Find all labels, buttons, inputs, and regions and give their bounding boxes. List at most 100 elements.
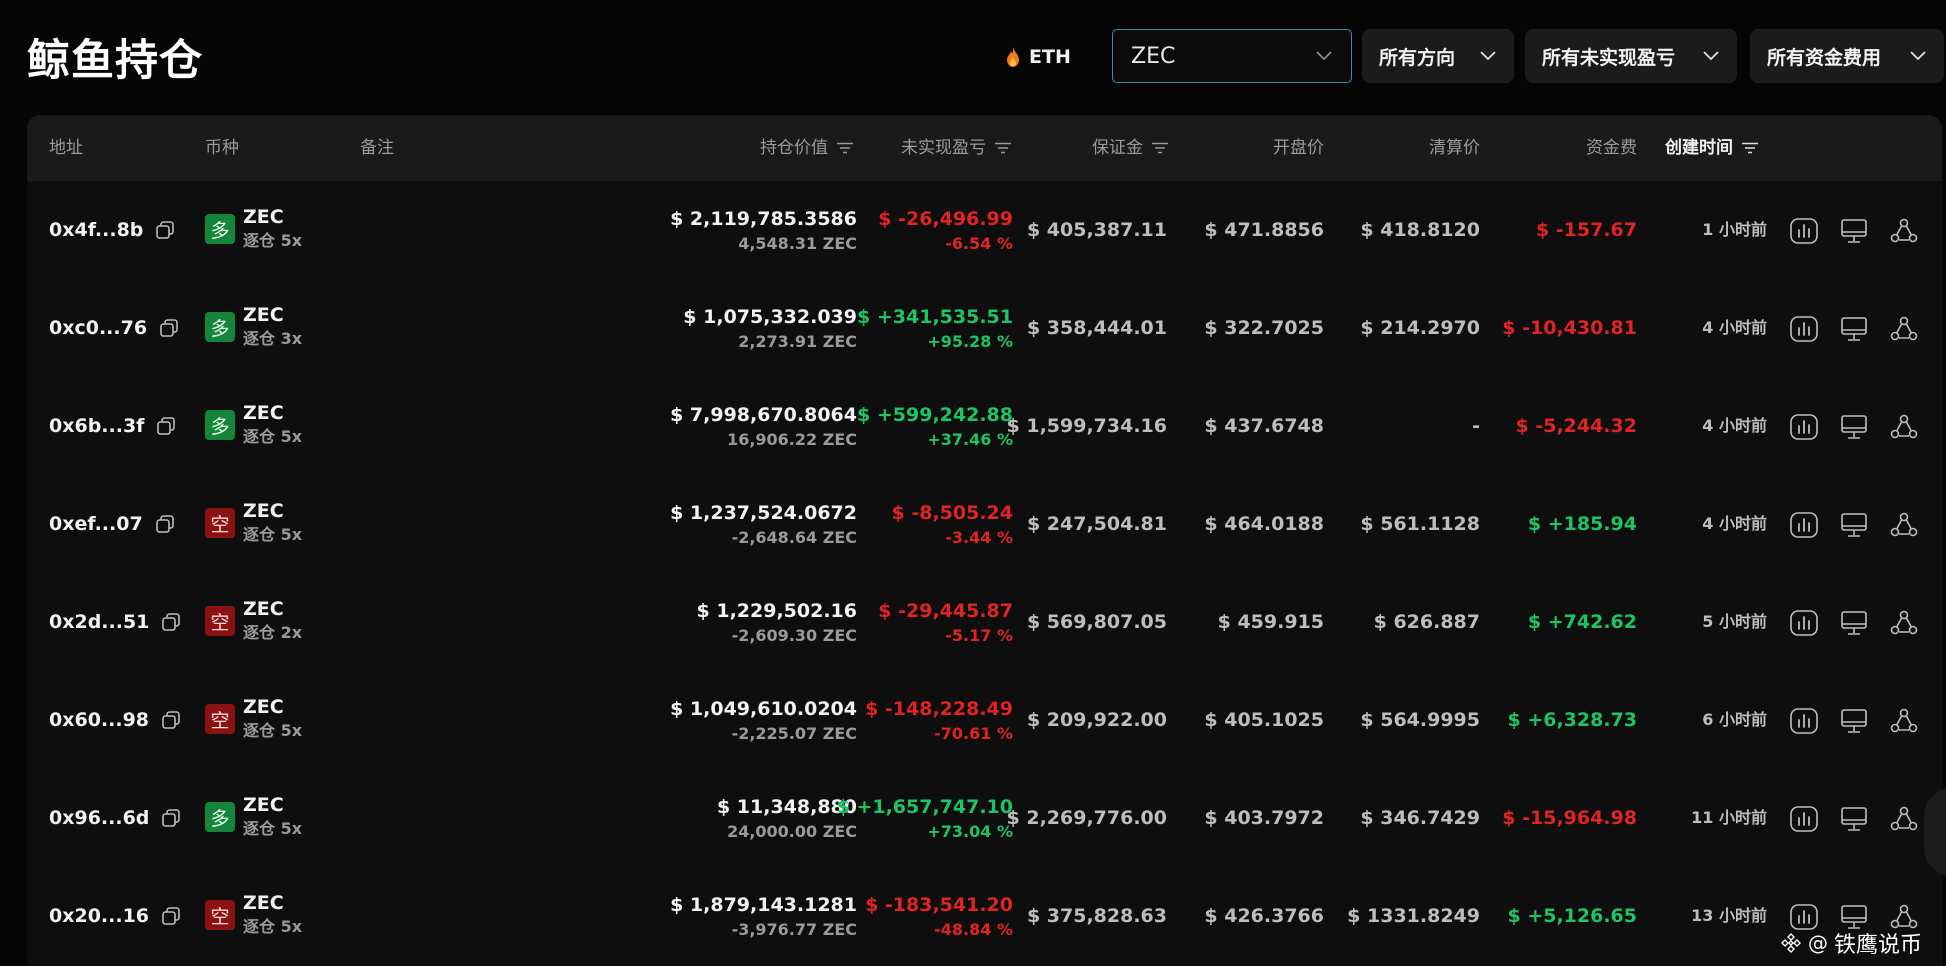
address-text[interactable]: 0x6b...3f [49, 415, 144, 437]
liq-price-value: $ 1331.8249 [1347, 905, 1480, 927]
monitor-icon[interactable] [1839, 707, 1869, 735]
copy-icon[interactable] [155, 514, 175, 534]
monitor-icon[interactable] [1839, 315, 1869, 343]
copy-icon[interactable] [161, 906, 181, 926]
table-row[interactable]: 0x6b...3f 多 ZEC 逐仓 5x $ 7,998,670.8064 16,906… [27, 377, 1942, 475]
coin-info: ZEC 逐仓 5x [243, 793, 302, 840]
address-cell[interactable]: 0x6b...3f [49, 377, 176, 475]
address-cell[interactable]: 0xc0...76 [49, 279, 179, 377]
funding-filter[interactable]: 所有资金费用 [1750, 29, 1944, 83]
sort-icon[interactable] [836, 142, 854, 154]
sort-icon[interactable] [994, 142, 1012, 154]
share-icon[interactable] [1889, 217, 1919, 245]
table-row[interactable]: 0x60...98 空 ZEC 逐仓 5x $ 1,049,610.0204 -2,225… [27, 671, 1942, 769]
coin-info: ZEC 逐仓 3x [243, 303, 302, 350]
address-text[interactable]: 0xef...07 [49, 513, 143, 535]
table-row[interactable]: 0xc0...76 多 ZEC 逐仓 3x $ 1,075,332.039 2,273.9… [27, 279, 1942, 377]
chart-icon[interactable] [1789, 315, 1819, 343]
margin-value: $ 209,922.00 [1026, 709, 1167, 731]
address-text[interactable]: 0x20...16 [49, 905, 149, 927]
leverage: 逐仓 5x [243, 917, 303, 936]
chevron-down-icon [1703, 51, 1719, 61]
share-icon[interactable] [1889, 315, 1919, 343]
entry-price-value: $ 405.1025 [1204, 709, 1324, 731]
chart-icon[interactable] [1789, 413, 1819, 441]
address-cell[interactable]: 0x96...6d [49, 769, 181, 867]
pnl-value: $ -29,445.87 [878, 600, 1013, 622]
margin-value: $ 247,504.81 [1026, 513, 1167, 535]
address-cell[interactable]: 0xef...07 [49, 475, 175, 573]
chart-icon[interactable] [1789, 805, 1819, 833]
copy-icon[interactable] [161, 710, 181, 730]
col-note: 备注 [360, 138, 394, 158]
table-row[interactable]: 0xef...07 空 ZEC 逐仓 5x $ 1,237,524.0672 -2,648… [27, 475, 1942, 573]
coin-info: ZEC 逐仓 5x [243, 401, 302, 448]
share-icon[interactable] [1889, 511, 1919, 539]
monitor-icon[interactable] [1839, 413, 1869, 441]
monitor-icon[interactable] [1839, 609, 1869, 637]
chart-icon[interactable] [1789, 511, 1819, 539]
pnl-cell: $ -26,496.99 -6.54 % [827, 206, 1013, 256]
col-created[interactable]: 创建时间 [1665, 115, 1759, 181]
eth-chip[interactable]: ETH [1005, 42, 1071, 72]
monitor-icon[interactable] [1839, 805, 1869, 833]
chart-icon[interactable] [1789, 609, 1819, 637]
address-cell[interactable]: 0x4f...8b [49, 181, 175, 279]
funding-value: $ +185.94 [1527, 513, 1637, 535]
address-cell[interactable]: 0x60...98 [49, 671, 181, 769]
margin-value: $ 569,807.05 [1026, 611, 1167, 633]
coin-info: ZEC 逐仓 2x [243, 597, 302, 644]
entry-price-value: $ 471.8856 [1204, 219, 1324, 241]
position-qty: 16,906.22 ZEC [727, 430, 857, 449]
coin-info: ZEC 逐仓 5x [243, 499, 302, 546]
copy-icon[interactable] [156, 416, 176, 436]
share-icon[interactable] [1889, 805, 1919, 833]
chart-icon[interactable] [1789, 707, 1819, 735]
position-value: $ 1,879,143.1281 [670, 894, 857, 916]
copy-icon[interactable] [155, 220, 175, 240]
direction-filter[interactable]: 所有方向 [1362, 29, 1514, 83]
side-badge: 多 [205, 802, 235, 832]
monitor-icon[interactable] [1839, 217, 1869, 245]
col-unrealized-pnl[interactable]: 未实现盈亏 [857, 115, 1012, 181]
pnl-filter[interactable]: 所有未实现盈亏 [1525, 29, 1737, 83]
address-text[interactable]: 0x96...6d [49, 807, 149, 829]
share-icon[interactable] [1889, 707, 1919, 735]
col-margin[interactable]: 保证金 [1017, 115, 1169, 181]
pnl-value: $ -148,228.49 [865, 698, 1013, 720]
address-text[interactable]: 0x60...98 [49, 709, 149, 731]
address-cell[interactable]: 0x2d...51 [49, 573, 181, 671]
table-row[interactable]: 0x96...6d 多 ZEC 逐仓 5x $ 11,348,880 24,000.00 … [27, 769, 1942, 867]
created-time: 5 小时前 [1702, 612, 1767, 631]
address-cell[interactable]: 0x20...16 [49, 867, 181, 965]
coin-info: ZEC 逐仓 5x [243, 205, 302, 252]
address-text[interactable]: 0x2d...51 [49, 611, 149, 633]
chevron-down-icon[interactable] [1315, 50, 1333, 62]
pnl-percent: +95.28 % [927, 332, 1013, 351]
coin-search-input[interactable] [1131, 43, 1301, 69]
table-row[interactable]: 0x4f...8b 多 ZEC 逐仓 5x $ 2,119,785.3586 4,548.… [27, 181, 1942, 279]
funding-value: $ -15,964.98 [1502, 807, 1637, 829]
table-row[interactable]: 0x20...16 空 ZEC 逐仓 5x $ 1,879,143.1281 -3,976… [27, 867, 1942, 965]
position-qty: -2,225.07 ZEC [731, 724, 857, 743]
monitor-icon[interactable] [1839, 511, 1869, 539]
copy-icon[interactable] [161, 808, 181, 828]
share-icon[interactable] [1889, 413, 1919, 441]
funding-value: $ +742.62 [1527, 611, 1637, 633]
table-row[interactable]: 0x2d...51 空 ZEC 逐仓 2x $ 1,229,502.16 -2,609.3… [27, 573, 1942, 671]
col-position-value[interactable]: 持仓价值 [687, 115, 854, 181]
copy-icon[interactable] [159, 318, 179, 338]
page-title: 鲸鱼持仓 [27, 36, 203, 86]
sort-icon[interactable] [1151, 142, 1169, 154]
share-icon[interactable] [1889, 609, 1919, 637]
coin-name: ZEC [243, 500, 284, 522]
entry-price-value: $ 403.7972 [1204, 807, 1324, 829]
coin-name: ZEC [243, 206, 284, 228]
sort-icon[interactable] [1741, 142, 1759, 154]
copy-icon[interactable] [161, 612, 181, 632]
coin-search[interactable] [1112, 29, 1352, 83]
address-text[interactable]: 0x4f...8b [49, 219, 143, 241]
liq-price-value: $ 418.8120 [1360, 219, 1480, 241]
chart-icon[interactable] [1789, 217, 1819, 245]
address-text[interactable]: 0xc0...76 [49, 317, 147, 339]
